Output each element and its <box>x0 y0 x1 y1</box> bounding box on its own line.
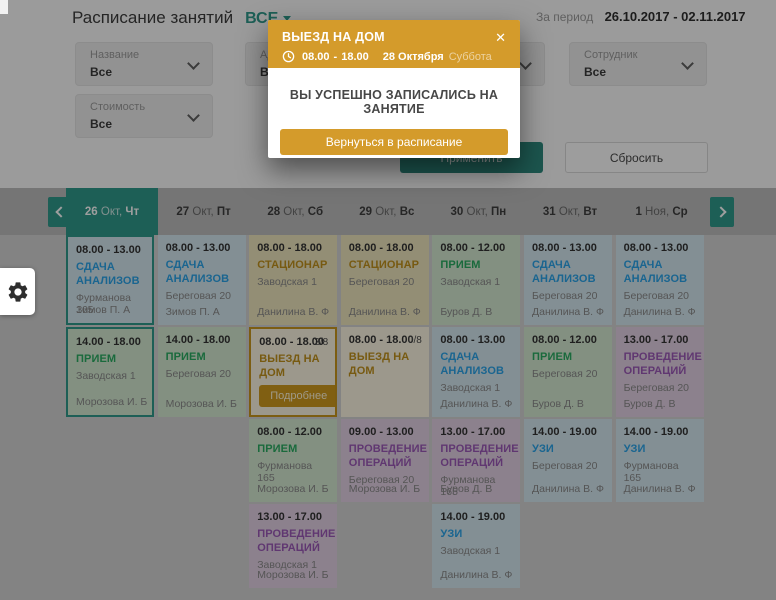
clock-icon <box>282 50 295 63</box>
modal-time-end: 18.00 <box>341 51 369 63</box>
modal-weekday: Суббота <box>449 51 492 63</box>
success-message: ВЫ УСПЕШНО ЗАПИСАЛИСЬ НА ЗАНЯТИЕ <box>268 88 520 116</box>
schedule-page: Расписание занятийВСЕ За период 26.10.20… <box>0 0 776 600</box>
modal-title: ВЫЕЗД НА ДОМ <box>282 30 385 44</box>
modal-header: ВЫЕЗД НА ДОМ ✕ 08.00 - 18.00 28 Октября … <box>268 20 520 68</box>
gear-icon <box>6 280 30 304</box>
modal-date: 28 Октября <box>383 51 444 63</box>
back-to-schedule-button[interactable]: Вернуться в расписание <box>280 129 508 155</box>
modal-body: ВЫ УСПЕШНО ЗАПИСАЛИСЬ НА ЗАНЯТИЕ Вернуть… <box>268 68 520 155</box>
booking-success-modal: ВЫЕЗД НА ДОМ ✕ 08.00 - 18.00 28 Октября … <box>268 20 520 158</box>
close-icon[interactable]: ✕ <box>495 31 506 44</box>
modal-time-separator: - <box>334 51 338 63</box>
modal-time-start: 08.00 <box>302 51 330 63</box>
corner-artifact <box>0 0 8 14</box>
settings-flyout-button[interactable] <box>0 268 35 315</box>
